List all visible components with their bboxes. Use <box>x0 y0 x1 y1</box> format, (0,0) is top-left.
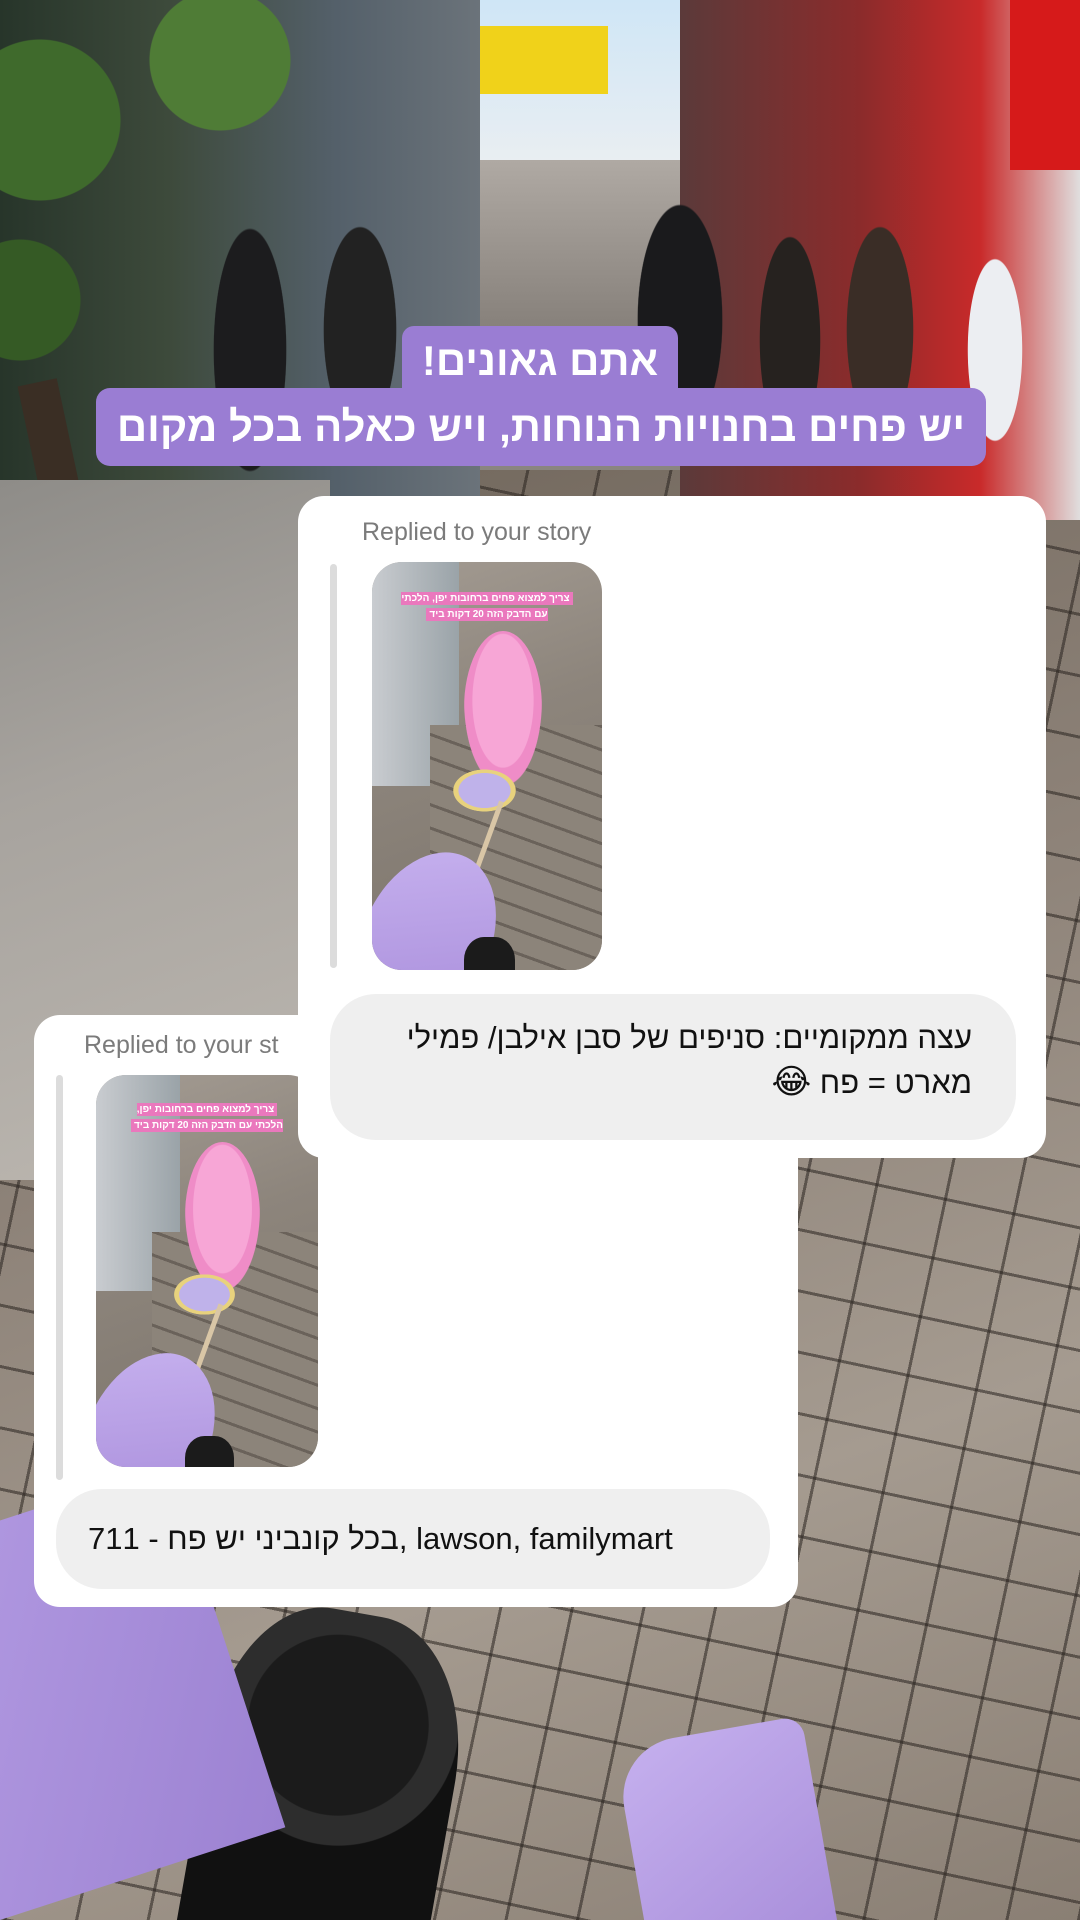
story-thumbnail[interactable]: צריך למצוא פחים ברחובות יפן, הלכתי עם הד… <box>96 1075 318 1467</box>
story-caption-line-2: יש פחים בחנויות הנוחות, ויש כאלה בכל מקו… <box>96 388 986 466</box>
quote-bar <box>56 1075 63 1480</box>
thumbnail-caption: צריך למצוא פחים ברחובות יפן, הלכתי עם הד… <box>123 1102 292 1134</box>
cotton-candy-icon <box>464 631 543 787</box>
message-text: עצה ממקומיים: סניפים של סבן אילבן/ פמילי… <box>406 1020 972 1100</box>
ribbon-icon <box>447 766 522 815</box>
laughing-emoji-icon: 😂 <box>771 1063 812 1101</box>
replied-label: Replied to your story <box>362 518 592 546</box>
thumbnail-caption: צריך למצוא פחים ברחובות יפן, הלכתי עם הד… <box>400 591 575 623</box>
shop-sign <box>478 26 608 94</box>
story-thumbnail[interactable]: צריך למצוא פחים ברחובות יפן, הלכתי עם הד… <box>372 562 602 970</box>
story-caption-line-1: אתם גאונים! <box>402 326 678 396</box>
replied-label: Replied to your st <box>84 1031 279 1059</box>
message-bubble[interactable]: בכל קונביני יש פח - 711, lawson, familym… <box>56 1489 770 1589</box>
ribbon-icon <box>169 1271 241 1319</box>
quote-bar <box>330 564 337 968</box>
cotton-candy-icon <box>184 1141 261 1291</box>
message-text: בכל קונביני יש פח - 711, lawson, familym… <box>88 1521 673 1556</box>
story-reply-card[interactable]: Replied to your story צריך למצוא פחים בר… <box>298 496 1046 1158</box>
message-bubble[interactable]: עצה ממקומיים: סניפים של סבן אילבן/ פמילי… <box>330 994 1016 1140</box>
thumbnail-camera <box>184 1435 234 1467</box>
thumbnail-camera <box>464 937 515 970</box>
